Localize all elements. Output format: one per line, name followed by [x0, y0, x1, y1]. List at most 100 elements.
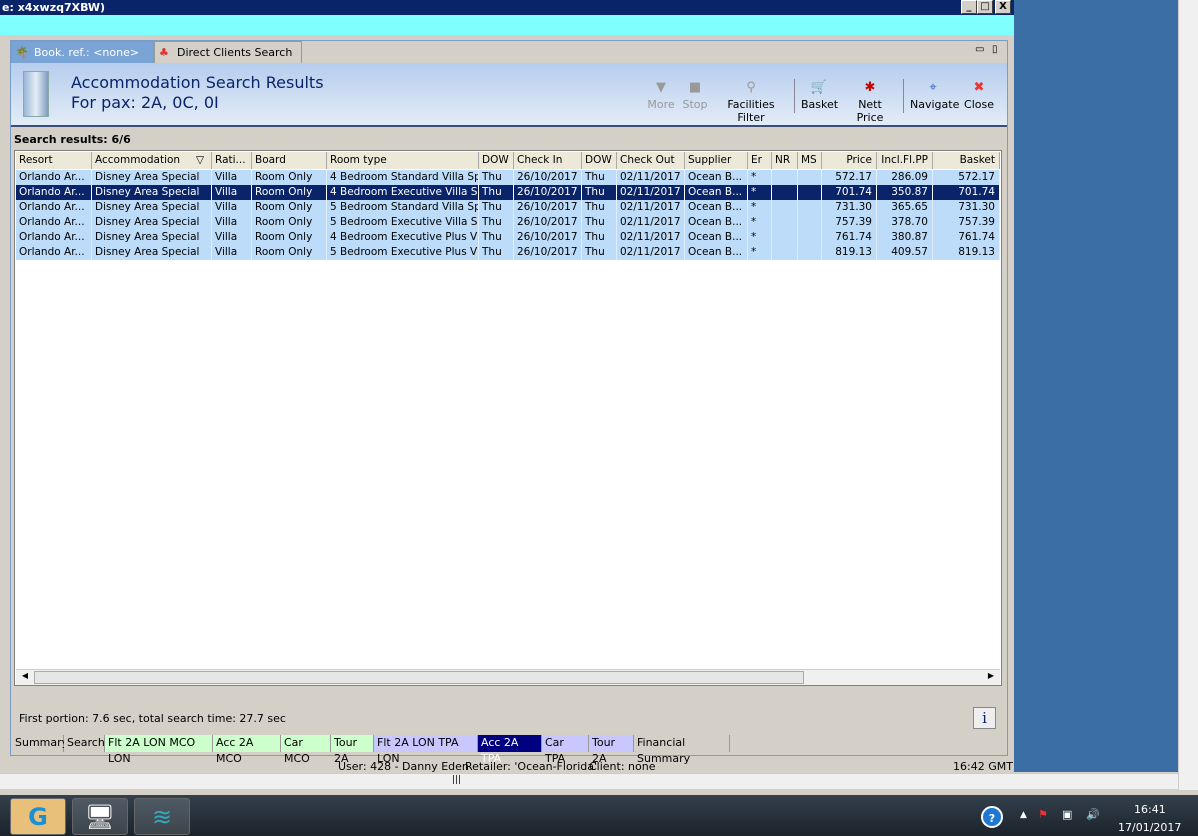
- column-header[interactable]: MS: [798, 152, 822, 169]
- column-header[interactable]: DOW: [479, 152, 514, 169]
- nett-price-button[interactable]: ✱ Nett Price: [844, 78, 896, 124]
- table-cell: Thu: [479, 185, 514, 200]
- toolbar-divider: [903, 79, 904, 113]
- action-center-icon[interactable]: ⚑: [1038, 808, 1048, 821]
- table-cell: 5 Bedroom Executive Villa S...: [327, 215, 479, 230]
- table-row[interactable]: Orlando Ar... Disney Area Special Villa Roo…: [16, 170, 1000, 185]
- bottom-tab[interactable]: Acc 2A MCO: [213, 735, 281, 765]
- stop-button[interactable]: ■ Stop: [681, 78, 709, 111]
- filter-icon[interactable]: ▽: [196, 152, 204, 169]
- table-cell: 02/11/2017: [617, 170, 685, 185]
- column-header[interactable]: Check In: [514, 152, 582, 169]
- table-cell: 26/10/2017: [514, 245, 582, 260]
- bottom-tab[interactable]: Flt 2A LON MCO LON: [105, 735, 213, 765]
- table-cell: 350.87: [877, 185, 933, 200]
- window-title: e: x4xwzq7XBW): [0, 0, 1014, 15]
- volume-icon[interactable]: 🔊: [1086, 808, 1100, 821]
- table-row[interactable]: Orlando Ar... Disney Area Special Villa Roo…: [16, 185, 1000, 200]
- scroll-left-icon[interactable]: ◀: [18, 671, 32, 684]
- page-title: Accommodation Search Results: [71, 73, 324, 92]
- minimize-button[interactable]: _: [961, 0, 977, 14]
- help-icon[interactable]: ?: [981, 806, 1003, 828]
- tab-booking[interactable]: 🌴 Book. ref.: <none> ✕: [11, 41, 154, 81]
- column-header[interactable]: Room type: [327, 152, 479, 169]
- bottom-tab[interactable]: Tour 2A: [589, 735, 634, 765]
- table-cell: [772, 200, 798, 215]
- table-cell: *: [748, 200, 772, 215]
- header-row[interactable]: Resort Accommodation Rati... Board Room type…: [16, 152, 1000, 169]
- clock-time[interactable]: 16:41: [1134, 803, 1166, 816]
- table-row[interactable]: Orlando Ar... Disney Area Special Villa Roo…: [16, 245, 1000, 260]
- bottom-tab[interactable]: Car TPA: [542, 735, 589, 765]
- column-header[interactable]: Price: [822, 152, 877, 169]
- table-horizontal-scrollbar[interactable]: ◀ ▶: [16, 669, 1000, 685]
- table-row[interactable]: Orlando Ar... Disney Area Special Villa Roo…: [16, 200, 1000, 215]
- bottom-tab[interactable]: Search: [64, 735, 105, 752]
- column-header[interactable]: Basket: [933, 152, 1000, 169]
- network-icon[interactable]: ▣: [1062, 808, 1072, 821]
- more-button[interactable]: ▼ More: [647, 78, 675, 111]
- table-cell: [772, 245, 798, 260]
- scroll-right-icon[interactable]: ▶: [984, 671, 998, 684]
- column-header[interactable]: NR: [772, 152, 798, 169]
- compass-icon: ⌖: [929, 80, 937, 95]
- bottom-tab[interactable]: Tour 2A: [331, 735, 374, 765]
- column-header[interactable]: Board: [252, 152, 327, 169]
- table-cell: 380.87: [877, 230, 933, 245]
- column-header[interactable]: Resort: [16, 152, 92, 169]
- table-cell: [798, 230, 822, 245]
- info-button[interactable]: i: [973, 707, 996, 729]
- table-cell: Thu: [582, 215, 617, 230]
- table-cell: Room Only: [252, 200, 327, 215]
- table-cell: Room Only: [252, 215, 327, 230]
- bottom-tab[interactable]: Car MCO: [281, 735, 331, 765]
- window-horizontal-scrollbar[interactable]: |||: [0, 773, 1178, 789]
- basket-button[interactable]: 🛒 Basket: [801, 78, 838, 111]
- bottom-tab[interactable]: Summary: [12, 735, 68, 752]
- show-hidden-icons[interactable]: ▲: [1020, 810, 1027, 820]
- table-cell: Ocean B...: [685, 170, 748, 185]
- vertical-scrollbar[interactable]: [1178, 0, 1198, 790]
- remote-desktop-icon[interactable]: 🖥: [72, 798, 128, 835]
- maximize-button[interactable]: □: [977, 0, 993, 14]
- table-cell: Thu: [582, 245, 617, 260]
- taskbar-app-icon[interactable]: G: [10, 798, 66, 835]
- scroll-grip-icon[interactable]: |||: [452, 775, 461, 785]
- column-header[interactable]: Check Out: [617, 152, 685, 169]
- table-cell: Orlando Ar...: [16, 185, 92, 200]
- table-row[interactable]: Orlando Ar... Disney Area Special Villa Roo…: [16, 215, 1000, 230]
- column-header[interactable]: Rati...: [212, 152, 252, 169]
- tab-direct-clients-search[interactable]: ♣ Direct Clients Search: [154, 41, 302, 63]
- clock-date[interactable]: 17/01/2017: [1118, 821, 1181, 834]
- table-cell: Thu: [479, 215, 514, 230]
- panel-minimize-icon[interactable]: ▭: [975, 44, 984, 55]
- close-icon: ✖: [973, 80, 985, 95]
- column-header[interactable]: DOW: [582, 152, 617, 169]
- column-header[interactable]: Er: [748, 152, 772, 169]
- tab-label: Direct Clients Search: [177, 46, 293, 59]
- table-cell: Ocean B...: [685, 245, 748, 260]
- table-cell: 02/11/2017: [617, 245, 685, 260]
- table-cell: 731.30: [933, 200, 1000, 215]
- table-cell: [772, 185, 798, 200]
- status-time: 16:42 GMT: [953, 760, 1013, 773]
- bottom-tab[interactable]: Flt 2A LON TPA LON: [374, 735, 478, 765]
- table-cell: Thu: [479, 170, 514, 185]
- column-header[interactable]: Supplier: [685, 152, 748, 169]
- table-cell: 378.70: [877, 215, 933, 230]
- close-button[interactable]: ✖ Close: [963, 78, 995, 111]
- bottom-tab[interactable]: Financial Summary: [634, 735, 730, 765]
- bottom-tab[interactable]: Acc 2A TPA: [478, 735, 542, 765]
- facilities-filter-button[interactable]: ⚲ Facilities Filter: [715, 78, 787, 124]
- column-header[interactable]: Accommodation: [92, 152, 212, 169]
- column-header[interactable]: Incl.Fl.PP: [877, 152, 933, 169]
- close-window-button[interactable]: X: [995, 0, 1011, 14]
- table-cell: 4 Bedroom Standard Villa Sp...: [327, 170, 479, 185]
- table-row[interactable]: Orlando Ar... Disney Area Special Villa Roo…: [16, 230, 1000, 245]
- taskbar-app-icon-2[interactable]: ≋: [134, 798, 190, 835]
- table-cell: Villa: [212, 170, 252, 185]
- panel-maximize-icon[interactable]: ▯: [992, 44, 998, 55]
- scrollbar-thumb[interactable]: [34, 671, 804, 684]
- navigate-button[interactable]: ⌖ Navigate: [910, 78, 959, 111]
- building-icon: [23, 71, 49, 117]
